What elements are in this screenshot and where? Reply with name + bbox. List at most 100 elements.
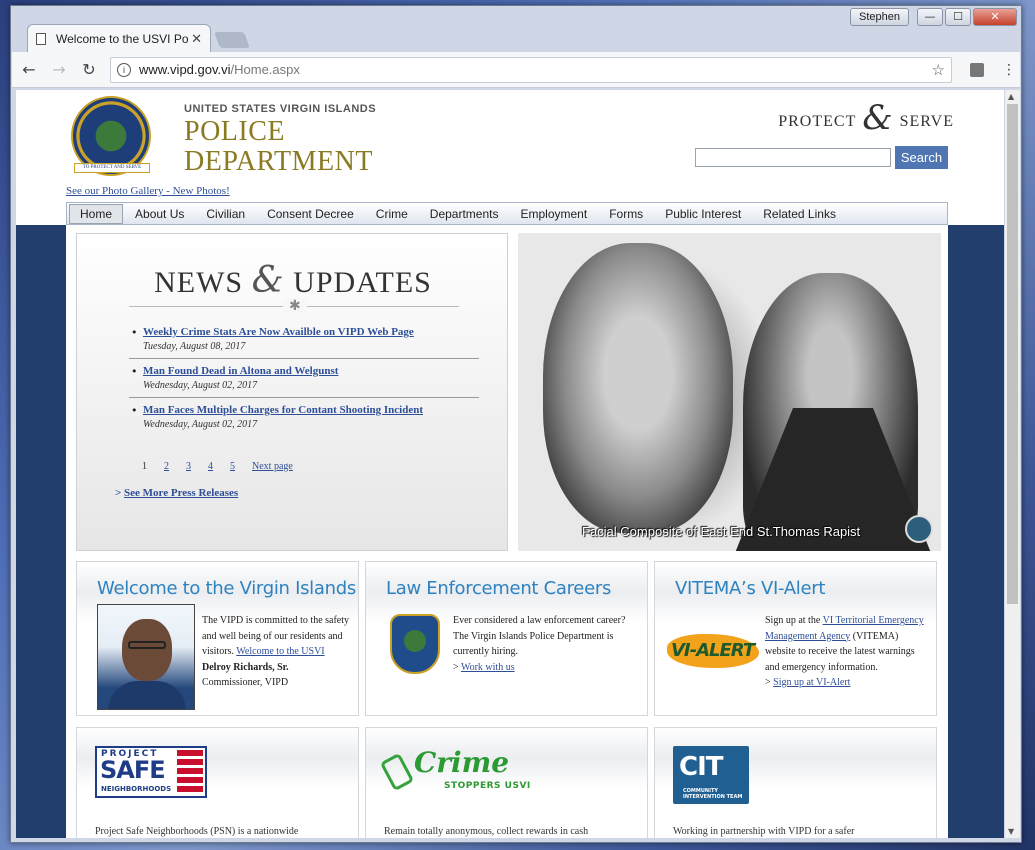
close-tab-icon[interactable]: ✕ — [191, 31, 202, 47]
extension-icon[interactable] — [970, 62, 984, 77]
police-badge-icon — [390, 614, 440, 674]
profile-button[interactable]: Stephen — [850, 8, 909, 26]
news-headline-link[interactable]: Man Faces Multiple Charges for Contant S… — [143, 404, 479, 416]
scroll-down-icon[interactable]: ▼ — [1008, 827, 1014, 836]
scroll-thumb[interactable] — [1007, 104, 1018, 604]
page-4-link[interactable]: 4 — [208, 461, 213, 472]
crime-stoppers-logo[interactable]: Crime STOPPERS USVI — [379, 746, 544, 796]
portrait-suit — [108, 681, 186, 709]
welcome-card-title: Welcome to the Virgin Islands — [97, 578, 356, 599]
psn-logo-line2: SAFE — [100, 756, 166, 784]
browser-tab[interactable]: Welcome to the USVI Po ✕ — [27, 24, 211, 52]
signup-vi-alert-link[interactable]: Sign up at VI-Alert — [773, 677, 850, 688]
info-icon[interactable]: i — [117, 62, 131, 77]
menu-icon[interactable]: ⋮ — [1002, 62, 1016, 78]
main-content: NEWS & UPDATES ✱ Weekly Crime Stats Are … — [66, 225, 948, 838]
sketch-seal-icon — [905, 515, 933, 543]
org-title-line2: DEPARTMENT — [184, 146, 373, 177]
flag-stripes-icon — [177, 750, 203, 794]
featured-sketch-image[interactable]: Facial Composite of East End St.Thomas R… — [518, 233, 941, 551]
portrait-head — [122, 619, 172, 681]
vitema-body-1: Sign up at the — [765, 615, 823, 626]
minimize-button[interactable]: — — [917, 8, 943, 26]
vi-alert-logo-text: VI-ALERT — [671, 640, 755, 661]
tagline: PROTECT & SERVE — [778, 98, 954, 142]
scroll-up-icon[interactable]: ▲ — [1008, 92, 1014, 101]
page-3-link[interactable]: 3 — [186, 461, 191, 472]
news-title-amp: & — [251, 260, 285, 301]
crime-logo-word: Crime — [414, 746, 510, 779]
nav-public-interest[interactable]: Public Interest — [655, 205, 751, 223]
news-headline-link[interactable]: Weekly Crime Stats Are Now Availble on V… — [143, 326, 479, 338]
window-controls: Stephen — ☐ ✕ — [850, 8, 1017, 26]
careers-card-text: Ever considered a law enforcement career… — [453, 613, 633, 675]
vi-alert-logo[interactable]: VI-ALERT — [667, 628, 759, 674]
project-safe-neighborhoods-logo[interactable]: PROJECT SAFE NEIGHBORHOODS — [95, 746, 207, 798]
cit-logo[interactable]: CIT COMMUNITY INTERVENTION TEAM — [673, 746, 749, 804]
photo-gallery-link[interactable]: See our Photo Gallery - New Photos! — [66, 185, 230, 197]
new-tab-button[interactable] — [214, 32, 250, 48]
careers-link-prefix: > — [453, 661, 461, 673]
nav-about-us[interactable]: About Us — [125, 205, 194, 223]
welcome-card: Welcome to the Virgin Islands The VIPD i… — [76, 561, 359, 716]
careers-card: Law Enforcement Careers Ever considered … — [365, 561, 648, 716]
nav-civilian[interactable]: Civilian — [196, 205, 255, 223]
browser-window: Stephen — ☐ ✕ Welcome to the USVI Po ✕ ←… — [10, 5, 1022, 843]
search-button[interactable]: Search — [895, 146, 948, 169]
page-2-link[interactable]: 2 — [164, 461, 169, 472]
nav-crime[interactable]: Crime — [366, 205, 418, 223]
url-host: www.vipd.gov.vi — [139, 62, 231, 77]
cit-card: CIT COMMUNITY INTERVENTION TEAM Working … — [654, 727, 937, 838]
more-press-releases: > See More Press Releases — [115, 487, 238, 499]
page-viewport: TO PROTECT AND SERVE UNITED STATES VIRGI… — [16, 90, 1004, 838]
news-list: Weekly Crime Stats Are Now Availble on V… — [129, 326, 479, 442]
reload-button[interactable]: ↻ — [76, 60, 102, 79]
tagline-left: PROTECT — [778, 113, 857, 130]
vitema-card-text: Sign up at the VI Territorial Emergency … — [765, 613, 925, 691]
phone-icon — [379, 752, 415, 792]
vertical-scrollbar[interactable]: ▲ ▼ — [1005, 90, 1020, 838]
news-date: Wednesday, August 02, 2017 — [143, 419, 258, 430]
address-bar[interactable]: i www.vipd.gov.vi/Home.aspx ☆ — [110, 56, 952, 83]
nav-consent-decree[interactable]: Consent Decree — [257, 205, 364, 223]
work-with-us-link[interactable]: Work with us — [461, 662, 515, 673]
site-search-input[interactable] — [695, 148, 891, 167]
more-prefix: > — [115, 487, 125, 499]
crime-logo-sub: STOPPERS USVI — [444, 781, 531, 791]
news-headline-link[interactable]: Man Found Dead in Altona and Welgunst — [143, 365, 479, 377]
page-5-link[interactable]: 5 — [230, 461, 235, 472]
tab-title: Welcome to the USVI Po — [56, 31, 189, 46]
nav-departments[interactable]: Departments — [420, 205, 509, 223]
bookmark-star-icon[interactable]: ☆ — [932, 61, 945, 79]
news-title: NEWS & UPDATES — [77, 260, 509, 301]
careers-card-title: Law Enforcement Careers — [386, 578, 612, 599]
forward-button[interactable]: → — [46, 60, 72, 79]
nav-home[interactable]: Home — [69, 203, 124, 224]
more-press-link[interactable]: See More Press Releases — [124, 487, 238, 499]
sketch-face-left — [543, 243, 733, 533]
next-page-link[interactable]: Next page — [252, 461, 293, 472]
crime-stoppers-text: Remain totally anonymous, collect reward… — [384, 826, 589, 837]
cit-logo-sub: COMMUNITY INTERVENTION TEAM — [683, 788, 743, 800]
news-item: Man Faces Multiple Charges for Contant S… — [129, 404, 479, 436]
welcome-usvi-link[interactable]: Welcome to the USVI — [236, 646, 324, 657]
page-icon — [36, 32, 46, 45]
portrait-glasses — [128, 641, 166, 649]
vitema-card: VITEMA’s VI-Alert VI-ALERT Sign up at th… — [654, 561, 937, 716]
main-nav: Home About Us Civilian Consent Decree Cr… — [66, 202, 948, 225]
careers-body: Ever considered a law enforcement career… — [453, 615, 626, 657]
url-path: /Home.aspx — [230, 62, 300, 77]
back-button[interactable]: ← — [16, 60, 42, 79]
news-title-right: UPDATES — [293, 266, 432, 299]
nav-related-links[interactable]: Related Links — [753, 205, 846, 223]
commissioner-role: Commissioner, VIPD — [202, 677, 289, 688]
maximize-button[interactable]: ☐ — [945, 8, 971, 26]
news-pager: 1 2 3 4 5 Next page — [142, 461, 293, 472]
vitema-link-prefix: > — [765, 677, 774, 688]
psn-logo-line3: NEIGHBORHOODS — [101, 785, 172, 793]
nav-forms[interactable]: Forms — [599, 205, 653, 223]
browser-toolbar: ← → ↻ i www.vipd.gov.vi/Home.aspx ☆ ⋮ — [12, 52, 1020, 88]
news-item: Weekly Crime Stats Are Now Availble on V… — [129, 326, 479, 359]
nav-employment[interactable]: Employment — [510, 205, 597, 223]
close-window-button[interactable]: ✕ — [973, 8, 1017, 26]
